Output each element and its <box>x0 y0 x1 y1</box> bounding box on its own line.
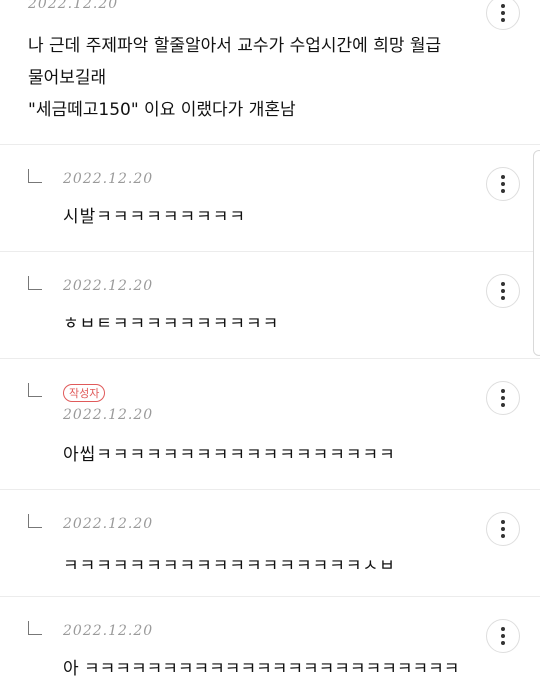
comment-body-line: 나 근데 주제파악 할줄알아서 교수가 수업시간에 희망 월급 <box>28 36 442 56</box>
scrollbar[interactable] <box>533 150 540 356</box>
reply-corner-icon <box>28 621 42 635</box>
more-options-button[interactable] <box>486 167 520 201</box>
comment-body: 나 근데 주제파악 할줄알아서 교수가 수업시간에 희망 월급 물어보길래 "세… <box>28 30 468 126</box>
reply-item: 작성자 2022.12.20 아씹ㅋㅋㅋㅋㅋㅋㅋㅋㅋㅋㅋㅋㅋㅋㅋㅋㅋㅋ <box>0 359 540 490</box>
comment-item: 2022.12.20 나 근데 주제파악 할줄알아서 교수가 수업시간에 희망 … <box>0 0 540 145</box>
reply-date: 2022.12.20 <box>63 407 154 423</box>
comment-list: 2022.12.20 나 근데 주제파악 할줄알아서 교수가 수업시간에 희망 … <box>0 0 540 697</box>
reply-item: 2022.12.20 ㅋㅋㅋㅋㅋㅋㅋㅋㅋㅋㅋㅋㅋㅋㅋㅋㅋㅋㅅㅂ <box>0 490 540 597</box>
more-options-button[interactable] <box>486 619 520 653</box>
more-options-button[interactable] <box>486 512 520 546</box>
comment-date: 2022.12.20 <box>28 0 119 12</box>
reply-body: 아씹ㅋㅋㅋㅋㅋㅋㅋㅋㅋㅋㅋㅋㅋㅋㅋㅋㅋㅋ <box>63 445 396 465</box>
more-vertical-icon <box>501 627 505 645</box>
reply-body: ㅎㅂㅌㅋㅋㅋㅋㅋㅋㅋㅋㅋㅋ <box>63 314 280 334</box>
reply-item: 2022.12.20 아 ㅋㅋㅋㅋㅋㅋㅋㅋㅋㅋㅋㅋㅋㅋㅋㅋㅋㅋㅋㅋㅋㅋㅋㅋ <box>0 597 540 697</box>
reply-item: 2022.12.20 시발ㅋㅋㅋㅋㅋㅋㅋㅋㅋ <box>0 145 540 252</box>
reply-date: 2022.12.20 <box>63 171 154 187</box>
comment-body-line: "세금떼고150" 이요 이랬다가 개혼남 <box>28 100 296 120</box>
reply-item: 2022.12.20 ㅎㅂㅌㅋㅋㅋㅋㅋㅋㅋㅋㅋㅋ <box>0 252 540 359</box>
more-options-button[interactable] <box>486 381 520 415</box>
reply-corner-icon <box>28 514 42 528</box>
more-vertical-icon <box>501 4 505 22</box>
reply-corner-icon <box>28 169 42 183</box>
reply-body: ㅋㅋㅋㅋㅋㅋㅋㅋㅋㅋㅋㅋㅋㅋㅋㅋㅋㅋㅅㅂ <box>63 556 396 576</box>
comment-body-line: 물어보길래 <box>28 68 107 88</box>
more-vertical-icon <box>501 175 505 193</box>
author-badge: 작성자 <box>63 384 106 402</box>
reply-corner-icon <box>28 276 42 290</box>
more-options-button[interactable] <box>486 0 520 30</box>
reply-corner-icon <box>28 383 42 397</box>
more-options-button[interactable] <box>486 274 520 308</box>
reply-date: 2022.12.20 <box>63 623 154 639</box>
reply-body: 아 ㅋㅋㅋㅋㅋㅋㅋㅋㅋㅋㅋㅋㅋㅋㅋㅋㅋㅋㅋㅋㅋㅋㅋㅋ <box>63 659 460 679</box>
more-vertical-icon <box>501 520 505 538</box>
reply-date: 2022.12.20 <box>63 278 154 294</box>
more-vertical-icon <box>501 282 505 300</box>
more-vertical-icon <box>501 389 505 407</box>
reply-date: 2022.12.20 <box>63 516 154 532</box>
reply-body: 시발ㅋㅋㅋㅋㅋㅋㅋㅋㅋ <box>63 207 247 227</box>
